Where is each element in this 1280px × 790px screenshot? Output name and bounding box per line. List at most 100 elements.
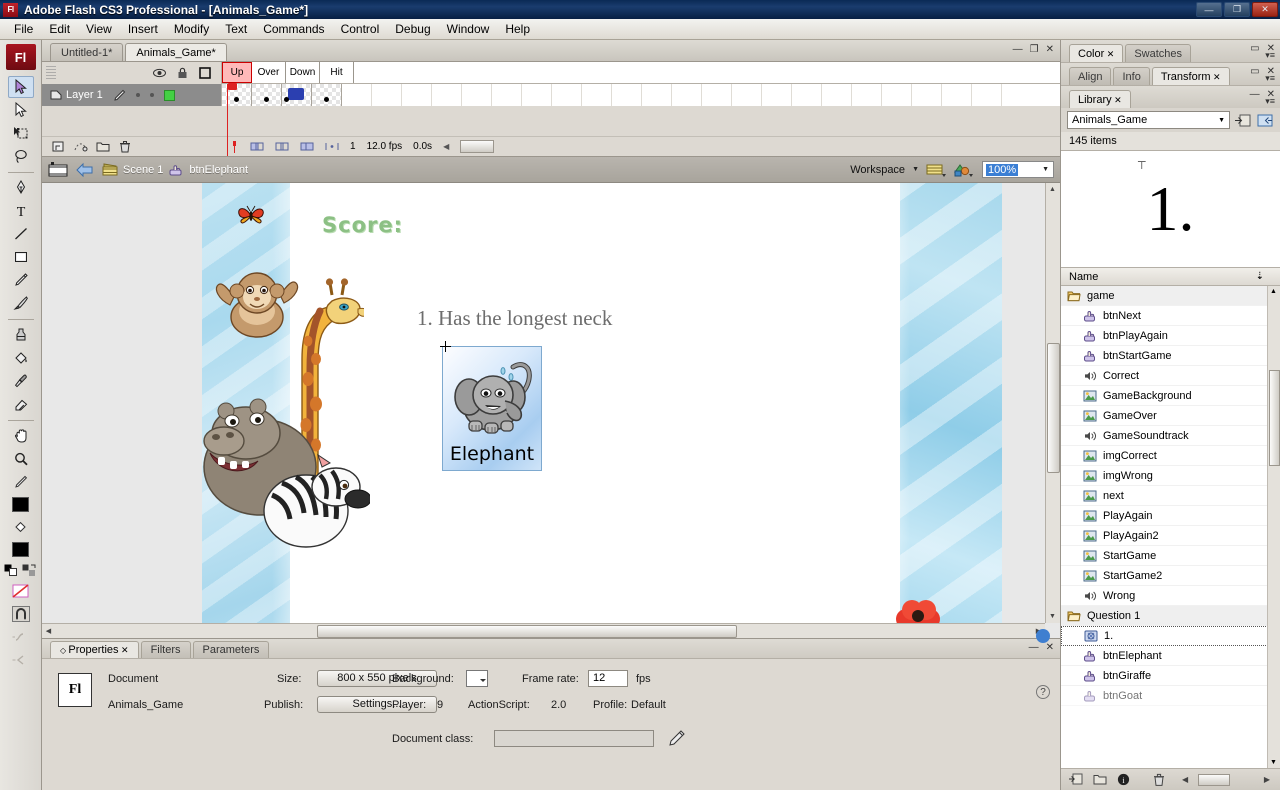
frame-cell-hit[interactable]	[312, 84, 342, 106]
frame-cell-empty-20[interactable]	[912, 84, 942, 106]
library-scroll-up-icon[interactable]: ▲	[1268, 286, 1279, 297]
playhead[interactable]	[227, 83, 237, 156]
delete-layer-icon[interactable]	[118, 140, 132, 154]
scroll-down-icon[interactable]: ▼	[1046, 610, 1059, 623]
stroke-color-swatch[interactable]	[8, 494, 34, 514]
timeline-scrollbar-thumb[interactable]	[460, 140, 495, 153]
frame-cell-empty-16[interactable]	[792, 84, 822, 106]
frame-cell-empty-5[interactable]	[462, 84, 492, 106]
list-item[interactable]: GameOver	[1061, 406, 1280, 426]
new-folder-icon[interactable]	[96, 140, 110, 154]
document-tab-animals-game[interactable]: Animals_Game*	[125, 43, 227, 61]
tab-transform[interactable]: Transform ✕	[1151, 67, 1230, 85]
pencil-edit-icon[interactable]	[113, 89, 126, 102]
workspace-chevron-down-icon[interactable]: ▼	[912, 166, 919, 173]
library-item-list[interactable]: game btnNext btnPlayAgain btnStartGame C…	[1061, 286, 1280, 768]
tab-color[interactable]: Color ✕	[1069, 44, 1124, 62]
library-scroll-thumb[interactable]	[1269, 370, 1280, 466]
paint-bucket-tool[interactable]	[8, 347, 34, 369]
edit-multiple-frames-icon[interactable]	[300, 140, 314, 153]
frame-label-down[interactable]: Down	[286, 62, 320, 83]
stage-canvas[interactable]: Score: 1. Has the longest neck Elephant	[202, 183, 1002, 623]
list-item[interactable]: next	[1061, 486, 1280, 506]
library-width-scroll-left-icon[interactable]: ◀	[1182, 775, 1188, 784]
list-item[interactable]: Question 1	[1061, 606, 1280, 626]
library-scroll-down-icon[interactable]: ▼	[1268, 757, 1279, 768]
frame-cell-empty-18[interactable]	[852, 84, 882, 106]
swap-colors-icon[interactable]	[22, 564, 37, 577]
frame-cell-empty-12[interactable]	[672, 84, 702, 106]
eyedropper-tool[interactable]	[8, 370, 34, 392]
color-panel-menu-icon[interactable]: ▾≡	[1265, 50, 1275, 61]
stage-vscroll-thumb[interactable]	[1047, 343, 1060, 473]
close-button[interactable]: ✕	[1252, 2, 1278, 17]
library-document-select[interactable]: Animals_Game ▼	[1067, 111, 1230, 129]
list-item[interactable]: PlayAgain2	[1061, 526, 1280, 546]
new-symbol-icon[interactable]	[1069, 773, 1083, 786]
scroll-up-icon[interactable]: ▲	[1046, 183, 1059, 196]
menu-item-window[interactable]: Window	[439, 20, 498, 38]
library-hscroll-thumb[interactable]	[1198, 773, 1231, 786]
smooth-option-icon[interactable]	[8, 626, 34, 648]
black-and-white-icon[interactable]	[4, 564, 19, 577]
scroll-left-icon[interactable]: ◀	[42, 624, 55, 637]
frame-cell-empty-7[interactable]	[522, 84, 552, 106]
properties-minimize-icon[interactable]: —	[1029, 642, 1039, 653]
library-panel-minimize-icon[interactable]: —	[1250, 89, 1260, 100]
elephant-button-symbol[interactable]: Elephant	[442, 346, 542, 471]
stroke-color-pencil-icon[interactable]	[8, 471, 34, 493]
frame-cell-empty-19[interactable]	[882, 84, 912, 106]
transform-panel-minimize-icon[interactable]: ▭	[1250, 66, 1259, 77]
frame-cell-empty-17[interactable]	[822, 84, 852, 106]
timeline-grip[interactable]	[46, 66, 56, 80]
fill-color-swatch[interactable]	[8, 539, 34, 559]
list-item[interactable]: btnGiraffe	[1061, 666, 1280, 686]
library-panel-menu-icon[interactable]: ▾≡	[1265, 96, 1275, 107]
list-item[interactable]: btnNext	[1061, 306, 1280, 326]
straighten-option-icon[interactable]	[8, 649, 34, 671]
new-library-panel-icon[interactable]	[1235, 113, 1252, 128]
maximize-button[interactable]: ❐	[1224, 2, 1250, 17]
menu-item-commands[interactable]: Commands	[255, 20, 332, 38]
menu-item-text[interactable]: Text	[217, 20, 255, 38]
timeline-restore-icon[interactable]: ❐	[1030, 44, 1039, 55]
framerate-input[interactable]: 12	[588, 670, 628, 687]
list-item[interactable]: GameSoundtrack	[1061, 426, 1280, 446]
lasso-tool[interactable]	[8, 145, 34, 167]
frame-cell-empty-15[interactable]	[762, 84, 792, 106]
timeline-close-icon[interactable]: ✕	[1046, 44, 1054, 55]
edit-scene-icon[interactable]	[48, 161, 68, 179]
list-item[interactable]: btnElephant	[1061, 646, 1280, 666]
frame-cell-empty-22[interactable]	[972, 84, 1002, 106]
edit-scene-menu-icon[interactable]	[926, 162, 946, 178]
frame-cell-empty-11[interactable]	[642, 84, 672, 106]
tab-library[interactable]: Library ✕	[1069, 90, 1131, 108]
document-class-input[interactable]	[494, 730, 654, 747]
pencil-tool[interactable]	[8, 269, 34, 291]
tab-filters[interactable]: Filters	[140, 641, 191, 658]
new-folder-icon[interactable]	[1093, 773, 1107, 786]
layer-lock-dot[interactable]	[149, 93, 154, 97]
minimize-button[interactable]: —	[1196, 2, 1222, 17]
frame-label-up[interactable]: Up	[222, 62, 252, 83]
library-width-scroll-right-icon[interactable]: ▶	[1264, 775, 1270, 784]
frame-cell-empty-14[interactable]	[732, 84, 762, 106]
tab-properties[interactable]: ◇ Properties ✕	[50, 641, 139, 658]
frame-cell-empty-9[interactable]	[582, 84, 612, 106]
menu-item-insert[interactable]: Insert	[120, 20, 166, 38]
library-column-name[interactable]: Name	[1069, 271, 1098, 283]
frame-cell-empty-8[interactable]	[552, 84, 582, 106]
background-color-well[interactable]	[466, 670, 488, 687]
list-item[interactable]: Correct	[1061, 366, 1280, 386]
properties-close-icon[interactable]: ✕	[1046, 642, 1054, 653]
menu-item-debug[interactable]: Debug	[387, 20, 438, 38]
workspace-menu-label[interactable]: Workspace	[850, 164, 905, 176]
stage-hscroll-thumb[interactable]	[317, 625, 737, 638]
list-item[interactable]: btnStartGame	[1061, 346, 1280, 366]
back-arrow-icon[interactable]	[76, 162, 94, 178]
layer-outline-color[interactable]	[163, 89, 175, 101]
fill-color-bucket-icon[interactable]	[8, 516, 34, 538]
ink-bottle-tool[interactable]	[8, 324, 34, 346]
free-transform-tool[interactable]	[8, 122, 34, 144]
symbol-properties-icon[interactable]: i	[1117, 773, 1130, 786]
